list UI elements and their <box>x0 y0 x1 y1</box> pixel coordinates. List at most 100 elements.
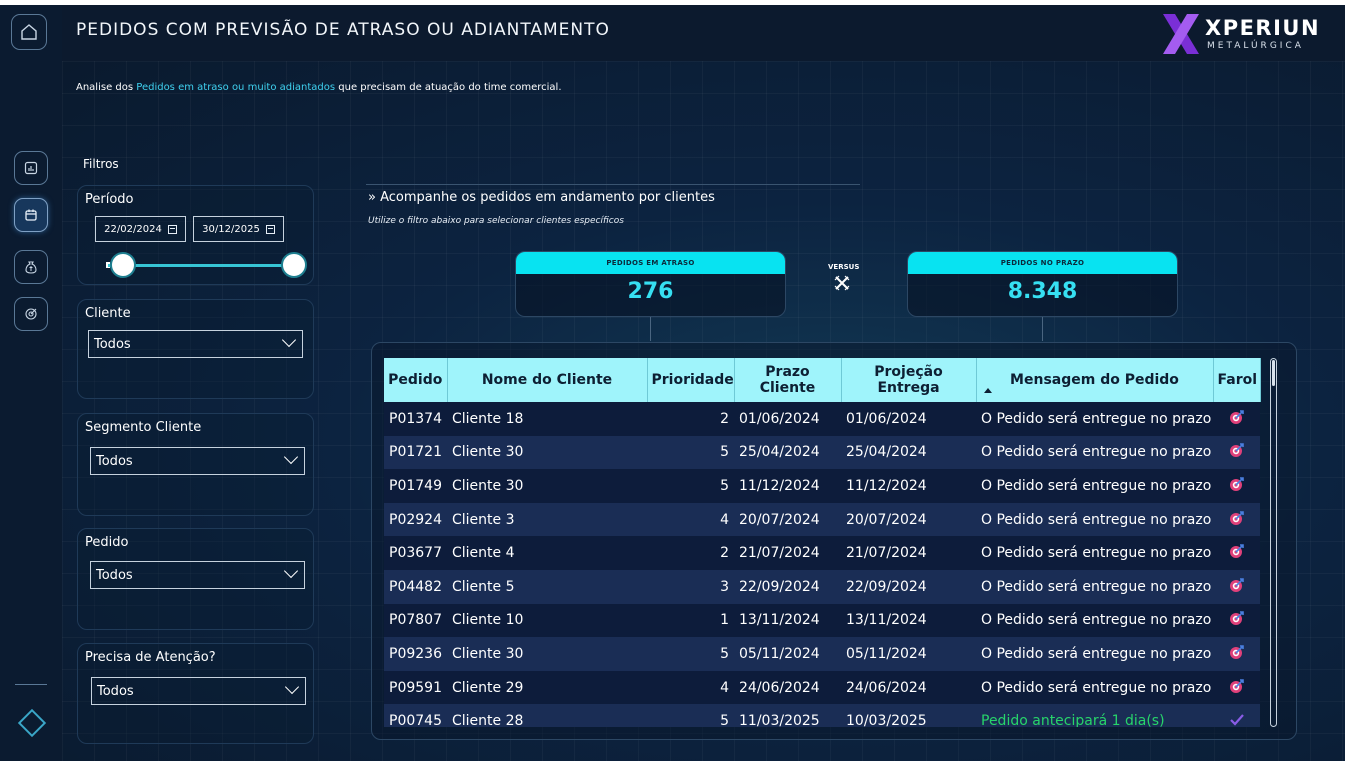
table-cell: Cliente 4 <box>447 536 647 570</box>
table-cell: 2 <box>647 402 734 436</box>
table-cell: 4 <box>647 502 734 537</box>
farol-cell <box>1213 502 1260 537</box>
kpi-late-connector <box>650 317 651 341</box>
column-header[interactable]: Projeção Entrega <box>841 358 977 402</box>
table-scrollbar[interactable] <box>1270 358 1277 727</box>
table-body: P01374 Cliente 18 2 01/06/2024 01/06/2024 O P… <box>384 402 1260 727</box>
table-cell: 10/03/2025 <box>841 704 976 727</box>
table-cell: Pedido antecipará 1 dia(s) <box>976 704 1213 727</box>
column-header[interactable]: Nome do Cliente <box>447 358 648 402</box>
header-bar: PEDIDOS COM PREVISÃO DE ATRASO OU ADIANT… <box>62 5 1345 62</box>
table-cell: 21/07/2024 <box>734 536 841 570</box>
sidebar <box>0 5 63 761</box>
table-row[interactable]: P09236 Cliente 30 5 05/11/2024 05/11/2024 O P… <box>384 637 1260 671</box>
table-cell: 24/06/2024 <box>841 670 976 705</box>
nav-chart-button[interactable] <box>14 151 48 185</box>
table-row[interactable]: P07807 Cliente 10 1 13/11/2024 13/11/2024 O P… <box>384 603 1260 638</box>
farol-cell <box>1213 435 1260 470</box>
slider-start-handle[interactable] <box>110 252 136 278</box>
column-header[interactable]: Prazo Cliente <box>734 358 842 402</box>
section-subheading: Utilize o filtro abaixo para selecionar … <box>368 216 624 226</box>
target-arrow-icon <box>1229 510 1244 525</box>
kpi-ontime-label: PEDIDOS NO PRAZO <box>908 252 1177 274</box>
table-row[interactable]: P03677 Cliente 4 2 21/07/2024 21/07/2024 O Pe… <box>384 536 1260 570</box>
column-header[interactable]: Farol <box>1213 358 1261 402</box>
farol-cell <box>1213 402 1260 436</box>
table-cell: 22/09/2024 <box>734 569 841 604</box>
cliente-filter-panel: Cliente Todos <box>77 299 314 399</box>
table-cell: O Pedido será entregue no prazo <box>976 670 1213 705</box>
subtitle-highlight: Pedidos em atraso ou muito adiantados <box>136 82 336 93</box>
kpi-late-value: 276 <box>627 279 674 304</box>
pedido-dropdown[interactable]: Todos <box>90 561 305 589</box>
pedido-filter-panel: Pedido Todos <box>77 528 314 630</box>
cliente-dropdown-value: Todos <box>94 336 131 352</box>
segmento-label: Segmento Cliente <box>85 420 202 435</box>
table-row[interactable]: P02924 Cliente 3 4 20/07/2024 20/07/2024 O Pe… <box>384 502 1260 537</box>
target-arrow-icon <box>1229 443 1244 458</box>
page-subtitle: Analise dos Pedidos em atraso ou muito a… <box>76 82 562 93</box>
table-cell: 5 <box>647 704 734 727</box>
nav-calendar-button[interactable] <box>14 198 48 232</box>
table-row[interactable]: P01721 Cliente 30 5 25/04/2024 25/04/2024 O P… <box>384 435 1260 470</box>
table-row[interactable]: P09591 Cliente 29 4 24/06/2024 24/06/2024 O P… <box>384 670 1260 705</box>
kpi-late-card: PEDIDOS EM ATRASO 276 <box>515 251 786 317</box>
diamond-icon[interactable] <box>17 708 47 738</box>
end-date-input[interactable]: 30/12/2025 <box>193 216 284 242</box>
table-cell: 11/12/2024 <box>734 469 841 503</box>
sort-ascending-icon[interactable] <box>983 388 992 393</box>
table-cell: 5 <box>647 637 734 671</box>
kpi-ontime-card: PEDIDOS NO PRAZO 8.348 <box>907 251 1178 317</box>
table-cell: Cliente 3 <box>447 502 647 537</box>
check-icon <box>1229 714 1244 726</box>
chart-icon <box>24 161 38 175</box>
table-cell: Cliente 30 <box>447 435 647 470</box>
subtitle-prefix: Analise dos <box>76 82 137 93</box>
target-arrow-icon <box>1229 544 1244 559</box>
scrollbar-thumb[interactable] <box>1272 360 1275 386</box>
period-label: Período <box>85 192 134 207</box>
table-cell: O Pedido será entregue no prazo <box>976 469 1213 503</box>
nav-money-button[interactable] <box>14 250 48 284</box>
table-cell: Cliente 30 <box>447 637 647 671</box>
kpi-ontime-connector <box>1042 317 1043 341</box>
target-icon <box>25 308 37 320</box>
cliente-label: Cliente <box>85 306 131 321</box>
table-cell: 24/06/2024 <box>734 670 841 705</box>
table-cell: Cliente 5 <box>447 569 647 604</box>
target-arrow-icon <box>1229 577 1244 592</box>
slider-end-handle[interactable] <box>281 252 307 278</box>
table-cell: O Pedido será entregue no prazo <box>976 536 1213 570</box>
table-cell: 01/06/2024 <box>841 402 976 436</box>
table-cell: 01/06/2024 <box>734 402 841 436</box>
table-cell: 5 <box>647 435 734 470</box>
table-cell: 20/07/2024 <box>734 502 841 537</box>
column-header[interactable]: Pedido <box>384 358 448 402</box>
farol-cell <box>1213 536 1260 570</box>
target-arrow-icon <box>1229 477 1244 491</box>
table-cell: P07807 <box>384 603 447 638</box>
farol-cell <box>1213 469 1260 503</box>
orders-table-container[interactable]: Pedido Nome do Cliente Prioridade Prazo Cli… <box>384 358 1261 727</box>
table-row[interactable]: P01749 Cliente 30 5 11/12/2024 11/12/2024 O P… <box>384 469 1260 503</box>
column-header[interactable]: Mensagem do Pedido <box>976 358 1214 402</box>
segmento-dropdown[interactable]: Todos <box>90 447 305 475</box>
target-arrow-icon <box>1229 611 1244 626</box>
table-cell: 21/07/2024 <box>841 536 976 570</box>
farol-cell <box>1213 704 1260 727</box>
chevron-down-icon <box>283 563 299 579</box>
table-cell: O Pedido será entregue no prazo <box>976 569 1213 604</box>
table-row[interactable]: P00745 Cliente 28 5 11/03/2025 10/03/2025 Ped… <box>384 704 1260 727</box>
home-button[interactable] <box>11 14 47 50</box>
cliente-dropdown[interactable]: Todos <box>88 330 303 358</box>
nav-target-button[interactable] <box>14 297 48 331</box>
versus-label: VERSUS <box>828 263 860 271</box>
table-cell: 13/11/2024 <box>841 603 976 638</box>
atencao-dropdown[interactable]: Todos <box>91 677 306 705</box>
target-arrow-icon <box>1229 678 1244 693</box>
start-date-input[interactable]: 22/02/2024 <box>95 216 186 242</box>
table-row[interactable]: P04482 Cliente 5 3 22/09/2024 22/09/2024 O Pe… <box>384 569 1260 604</box>
farol-cell <box>1213 637 1260 671</box>
table-row[interactable]: P01374 Cliente 18 2 01/06/2024 01/06/2024 O P… <box>384 402 1260 436</box>
column-header[interactable]: Prioridade <box>647 358 735 402</box>
